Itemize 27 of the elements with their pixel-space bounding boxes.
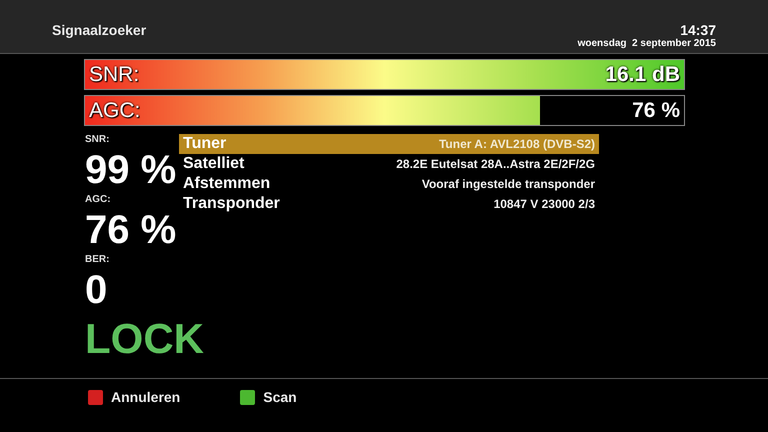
info-row[interactable]: Afstemmen Vooraf ingestelde transponder	[179, 174, 599, 194]
stat-label: BER:	[85, 254, 110, 266]
stat-label: SNR:	[85, 134, 110, 146]
info-row[interactable]: Satelliet 28.2E Eutelsat 28A..Astra 2E/2F/2G	[179, 154, 599, 174]
stat-label: AGC:	[85, 194, 112, 206]
stat-value: 0	[85, 267, 108, 314]
info-value: 10847 V 23000 2/3	[494, 196, 595, 213]
clock-time: 14:37	[680, 22, 716, 38]
date-text: woensdag 2 september 2015	[578, 38, 716, 50]
screen-title: Signaalzoeker	[52, 21, 146, 40]
stat-value: 76 %	[85, 207, 176, 254]
footer-action-label[interactable]: Scan	[263, 387, 297, 408]
meter-label: AGC:	[89, 100, 140, 121]
meter-reading: 76 %	[632, 100, 680, 121]
info-label: Tuner	[183, 134, 226, 154]
meter-reading: 16.1 dB	[605, 64, 680, 85]
info-value: Tuner A: AVL2108 (DVB-S2)	[438, 136, 595, 153]
info-row[interactable]: Transponder 10847 V 23000 2/3	[179, 194, 599, 214]
stat-value: 99 %	[85, 147, 176, 194]
footer-action-label[interactable]: Annuleren	[111, 387, 180, 408]
info-value: 28.2E Eutelsat 28A..Astra 2E/2F/2G	[396, 156, 595, 173]
info-value: Vooraf ingestelde transponder	[422, 176, 595, 193]
meter-label: SNR:	[89, 64, 140, 85]
info-label: Transponder	[183, 194, 280, 214]
lock-status: LOCK	[85, 314, 204, 364]
info-label: Afstemmen	[183, 174, 270, 194]
info-label: Satelliet	[183, 154, 244, 174]
